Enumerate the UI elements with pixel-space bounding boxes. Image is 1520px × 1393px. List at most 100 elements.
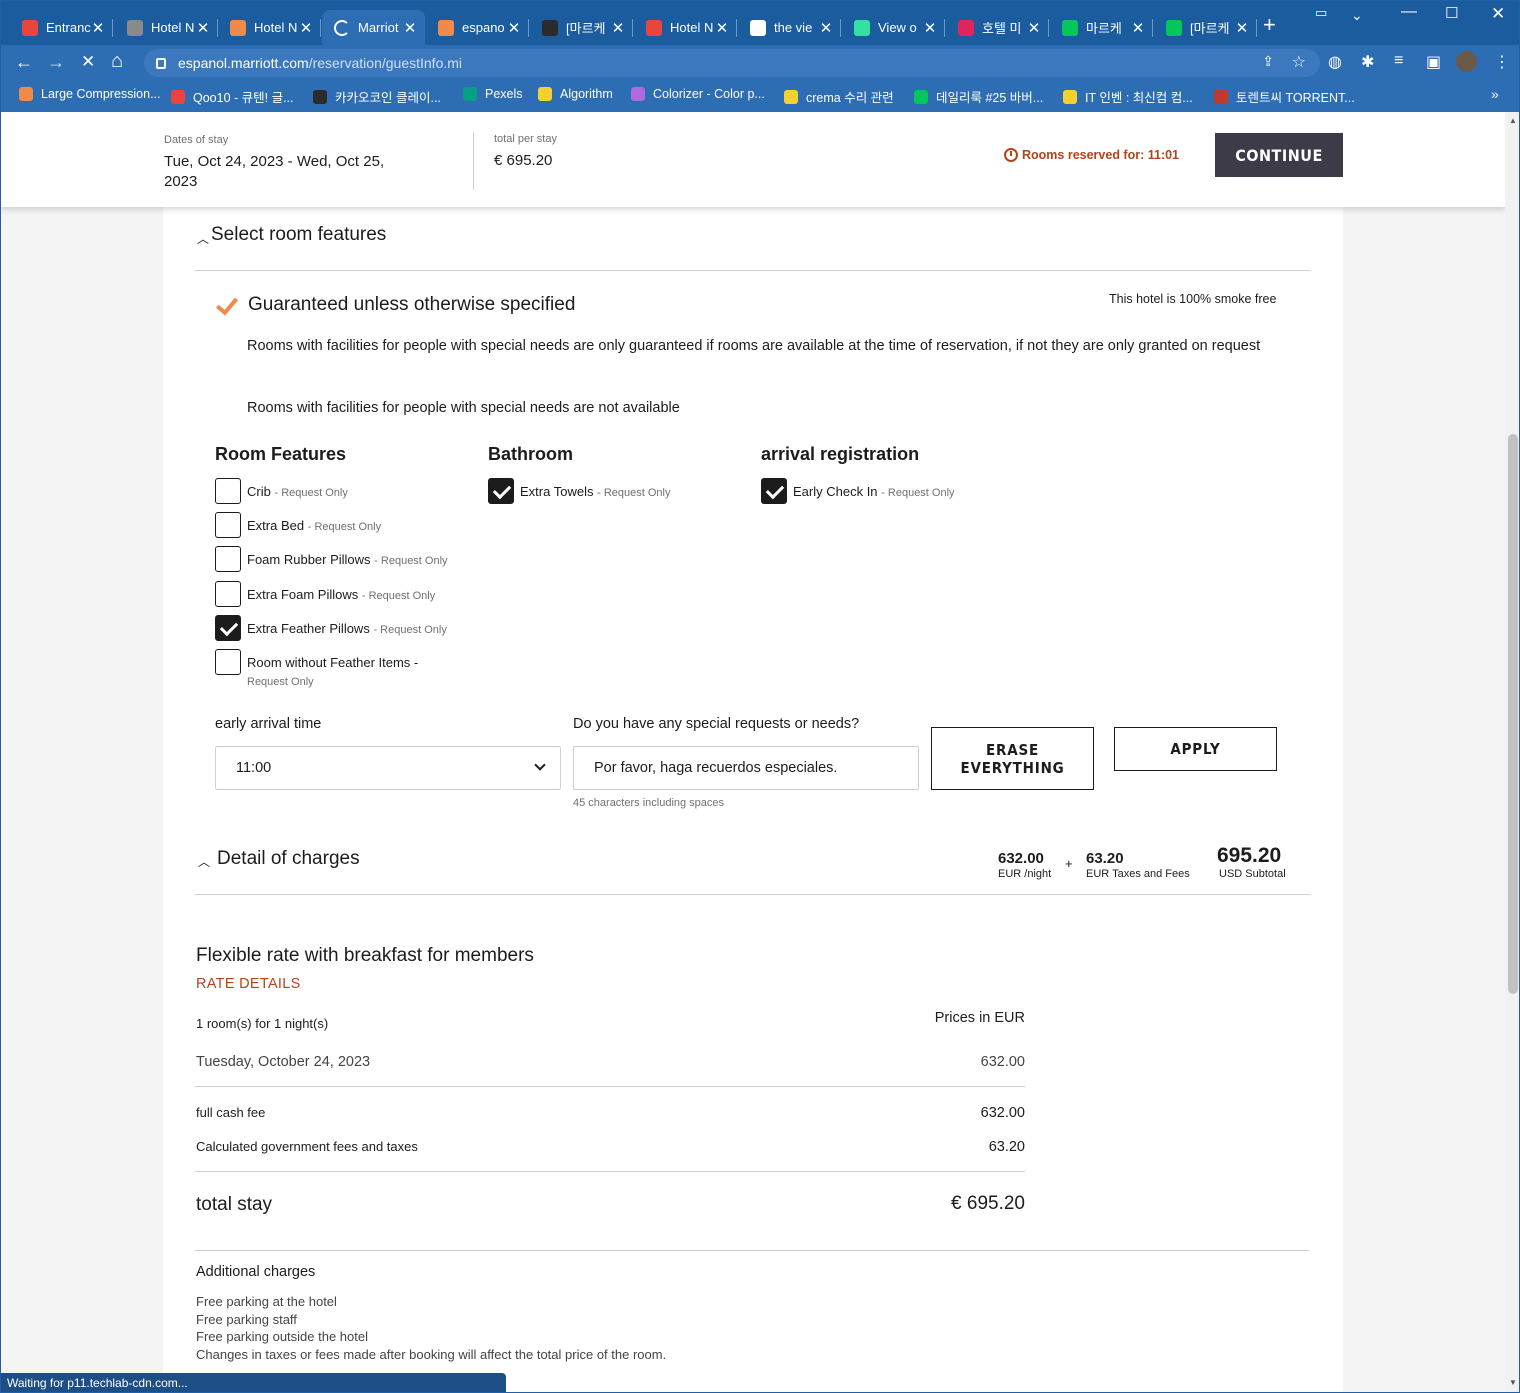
bookmark-item[interactable]: 데일리룩 #25 바버... — [914, 87, 1043, 106]
stop-loading-icon[interactable]: ✕ — [81, 52, 95, 72]
close-window-button[interactable]: ✕ — [1491, 4, 1505, 24]
browser-tab[interactable]: Hotel N ✕ — [115, 10, 218, 45]
feature-checkbox[interactable]: Extra Bed - Request Only — [215, 512, 381, 538]
close-tab-icon[interactable]: ✕ — [403, 19, 417, 37]
total-label: total per stay — [494, 133, 557, 145]
sidepanel-icon[interactable]: ▣ — [1426, 52, 1441, 72]
erase-everything-button[interactable]: ERASE EVERYTHING — [931, 727, 1094, 790]
star-icon[interactable]: ☆ — [1292, 52, 1306, 72]
section-title-room-features[interactable]: Select room features — [211, 224, 386, 246]
bookmark-item[interactable]: Algorithm — [538, 87, 613, 101]
feature-checkbox[interactable]: Extra Feather Pillows - Request Only — [215, 615, 447, 641]
new-tab-button[interactable]: + — [1263, 12, 1276, 38]
feature-checkbox[interactable]: Crib - Request Only — [215, 478, 348, 504]
browser-tab[interactable]: Marriot ✕ — [322, 10, 425, 45]
arrival-time-label: early arrival time — [215, 716, 322, 732]
browser-tab[interactable]: [마르케 ✕ — [530, 10, 633, 45]
tab-strip: + ▭ ⌄ — ☐ ✕ Entranc ✕ Hotel N ✕ Hotel N ✕ Marr… — [1, 1, 1519, 45]
browser-tab[interactable]: the vie ✕ — [738, 10, 841, 45]
total-stay-value: € 695.20 — [951, 1193, 1025, 1214]
scroll-down-icon[interactable]: ▼ — [1509, 1378, 1517, 1387]
home-icon[interactable]: ⌂ — [111, 50, 123, 73]
globe-icon[interactable]: ◍ — [1328, 52, 1342, 72]
close-tab-icon[interactable]: ✕ — [819, 19, 833, 37]
browser-tab[interactable]: [마르케 ✕ — [1154, 10, 1257, 45]
rooms-nights: 1 room(s) for 1 night(s) — [196, 1016, 329, 1031]
minimize-button[interactable]: — — [1401, 3, 1417, 21]
checkbox-unchecked[interactable] — [215, 581, 241, 607]
close-tab-icon[interactable]: ✕ — [611, 19, 625, 37]
close-tab-icon[interactable]: ✕ — [507, 19, 521, 37]
browser-tab[interactable]: Hotel N ✕ — [634, 10, 737, 45]
checkbox-checked[interactable] — [215, 615, 241, 641]
close-tab-icon[interactable]: ✕ — [1027, 19, 1041, 37]
rate-details-link[interactable]: RATE DETAILS — [196, 976, 301, 992]
sticky-summary-header: Dates of stay Tue, Oct 24, 2023 - Wed, O… — [1, 112, 1505, 207]
feature-checkbox[interactable]: Room without Feather Items - Request Only — [215, 649, 418, 691]
section-title-charges[interactable]: Detail of charges — [217, 848, 360, 870]
feature-name: Extra Feather Pillows — [247, 621, 370, 636]
avatar[interactable] — [1456, 51, 1477, 72]
page-scrollbar[interactable]: ▲ ▼ — [1505, 112, 1519, 1392]
dates-value-line1: Tue, Oct 24, 2023 - Wed, Oct 25, — [164, 153, 385, 170]
feature-label: Extra Feather Pillows - Request Only — [247, 620, 447, 639]
bookmark-item[interactable]: crema 수리 관련 — [784, 87, 894, 106]
browser-tab[interactable]: Entranc ✕ — [10, 10, 113, 45]
checkbox-checked[interactable] — [488, 478, 514, 504]
checkbox-unchecked[interactable] — [215, 546, 241, 572]
close-tab-icon[interactable]: ✕ — [715, 19, 729, 37]
share-icon[interactable]: ⇪ — [1262, 53, 1274, 70]
checkbox-unchecked[interactable] — [215, 512, 241, 538]
chevron-down-icon[interactable]: ⌄ — [1351, 7, 1363, 24]
bookmark-item[interactable]: Pexels — [463, 87, 523, 101]
scrollbar-thumb[interactable] — [1508, 434, 1518, 994]
browser-tab[interactable]: espano ✕ — [426, 10, 529, 45]
apply-button[interactable]: APPLY — [1114, 727, 1277, 771]
feature-checkbox[interactable]: Early Check In - Request Only — [761, 478, 955, 504]
extensions-icon[interactable]: ✱ — [1361, 52, 1374, 72]
close-tab-icon[interactable]: ✕ — [923, 19, 937, 37]
browser-tab[interactable]: Hotel N ✕ — [218, 10, 321, 45]
browser-tab[interactable]: 마르케 ✕ — [1050, 10, 1153, 45]
forward-arrow-icon[interactable]: → — [47, 52, 65, 73]
arrival-time-select[interactable]: 11:00 — [215, 746, 561, 790]
quill-icon — [542, 19, 558, 36]
close-tab-icon[interactable]: ✕ — [299, 19, 313, 37]
bookmark-item[interactable]: Qoo10 - 큐텐! 글... — [171, 87, 294, 106]
menu-icon[interactable]: ⋮ — [1494, 52, 1510, 72]
special-requests-input[interactable] — [573, 746, 919, 790]
feature-checkbox[interactable]: Extra Foam Pillows - Request Only — [215, 581, 435, 607]
media-icon[interactable]: ≡ — [1394, 52, 1403, 70]
checkbox-checked[interactable] — [761, 478, 787, 504]
divider — [195, 1086, 1025, 1087]
bookmark-item[interactable]: Large Compression... — [19, 87, 161, 101]
more-bookmarks-icon[interactable]: » — [1491, 86, 1499, 102]
checkbox-unchecked[interactable] — [215, 649, 241, 675]
close-tab-icon[interactable]: ✕ — [1235, 19, 1249, 37]
bookmark-item[interactable]: 카카오코인 클레이... — [313, 87, 441, 106]
tab-search-icon[interactable]: ▭ — [1315, 5, 1327, 21]
feature-checkbox[interactable]: Extra Towels - Request Only — [488, 478, 670, 504]
chevron-up-icon[interactable]: ︿ — [197, 230, 209, 247]
chevron-up-icon[interactable]: ︿ — [198, 853, 210, 870]
bookmark-item[interactable]: Colorizer - Color p... — [631, 87, 765, 101]
feature-label: Room without Feather Items - Request Only — [247, 654, 418, 691]
feature-checkbox[interactable]: Foam Rubber Pillows - Request Only — [215, 546, 448, 572]
clock-icon — [1004, 148, 1018, 162]
close-tab-icon[interactable]: ✕ — [1131, 19, 1145, 37]
browser-tab[interactable]: 호텔 미 ✕ — [946, 10, 1049, 45]
chevron-down-icon — [534, 759, 546, 771]
back-arrow-icon[interactable]: ← — [15, 52, 33, 73]
bookmark-item[interactable]: 토렌트씨 TORRENT... — [1214, 87, 1355, 106]
browser-tab[interactable]: View o ✕ — [842, 10, 945, 45]
close-tab-icon[interactable]: ✕ — [91, 19, 105, 37]
tab-title: Entranc — [46, 20, 91, 35]
continue-button[interactable]: CONTINUE — [1215, 133, 1343, 177]
close-tab-icon[interactable]: ✕ — [196, 19, 210, 37]
scroll-up-icon[interactable]: ▲ — [1509, 116, 1517, 125]
tab-separator — [112, 19, 113, 37]
checkbox-unchecked[interactable] — [215, 478, 241, 504]
address-bar[interactable]: espanol.marriott.com/reservation/guestIn… — [144, 49, 1320, 77]
maximize-button[interactable]: ☐ — [1445, 4, 1458, 22]
bookmark-item[interactable]: IT 인벤 : 최신컴 컴... — [1063, 87, 1193, 106]
